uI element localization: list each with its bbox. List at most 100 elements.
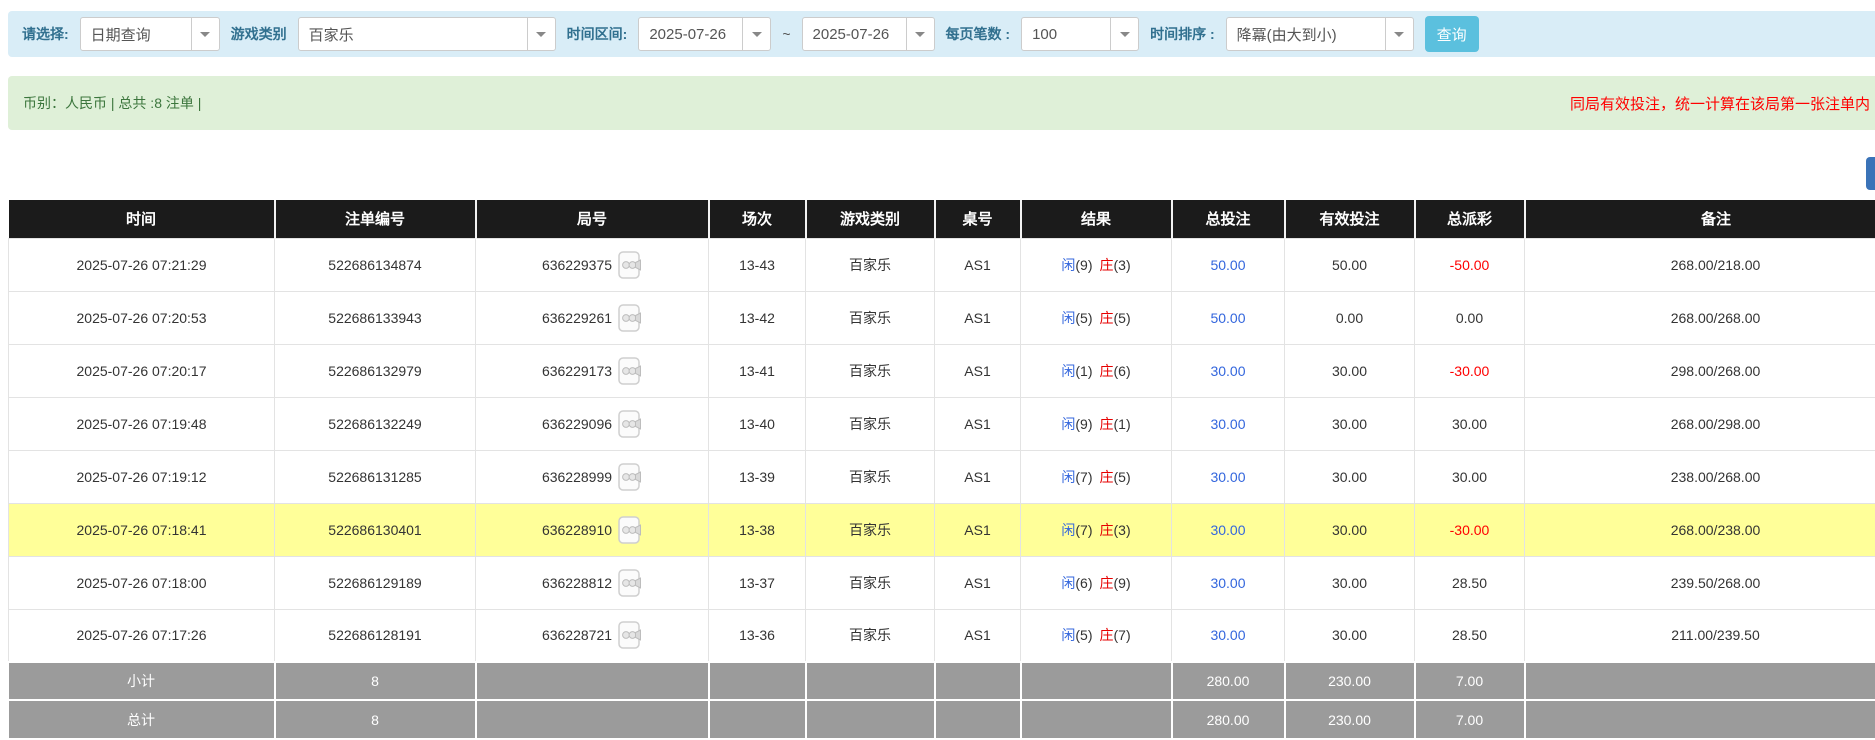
game-category: 百家乐 bbox=[806, 238, 935, 291]
time-sort-value: 降冪(由大到小) bbox=[1227, 24, 1385, 45]
column-header-round-id: 局号 bbox=[476, 200, 709, 238]
session-number: 13-37 bbox=[709, 556, 806, 609]
payout: -30.00 bbox=[1415, 503, 1525, 556]
table-id: AS1 bbox=[935, 344, 1021, 397]
export-button[interactable] bbox=[1866, 157, 1875, 190]
bet-time: 2025-07-26 07:18:00 bbox=[9, 556, 275, 609]
total-bet-link[interactable]: 30.00 bbox=[1172, 397, 1285, 450]
payout: 28.50 bbox=[1415, 609, 1525, 662]
game-category-value: 百家乐 bbox=[299, 24, 527, 45]
total-bet-link[interactable]: 30.00 bbox=[1172, 344, 1285, 397]
date-to-select[interactable]: 2025-07-26 bbox=[802, 17, 935, 51]
filter-toolbar: 请选择: 日期查询 游戏类别 百家乐 时间区间: 2025-07-26 ~ 20… bbox=[8, 11, 1875, 57]
bet-id: 522686129189 bbox=[275, 556, 476, 609]
session-number: 13-40 bbox=[709, 397, 806, 450]
bet-id: 522686128191 bbox=[275, 609, 476, 662]
game-category: 百家乐 bbox=[806, 503, 935, 556]
chevron-down-icon bbox=[906, 18, 934, 50]
page-size-select[interactable]: 100 bbox=[1021, 17, 1139, 51]
banker-result-label: 庄 bbox=[1100, 522, 1114, 538]
player-score: (9) bbox=[1075, 416, 1092, 432]
column-header-table-id: 桌号 bbox=[935, 200, 1021, 238]
total-bet-link[interactable]: 30.00 bbox=[1172, 609, 1285, 662]
banker-score: (6) bbox=[1114, 363, 1131, 379]
banker-score: (3) bbox=[1114, 257, 1131, 273]
total-bet-link[interactable]: 50.00 bbox=[1172, 238, 1285, 291]
bet-id: 522686131285 bbox=[275, 450, 476, 503]
round-id-cell: 636229375 bbox=[476, 238, 709, 291]
round-id: 636228910 bbox=[542, 522, 612, 538]
session-number: 13-39 bbox=[709, 450, 806, 503]
total-bet-link[interactable]: 30.00 bbox=[1172, 450, 1285, 503]
payout: 0.00 bbox=[1415, 291, 1525, 344]
round-id: 636228721 bbox=[542, 627, 612, 643]
video-replay-icon[interactable] bbox=[618, 569, 642, 597]
video-replay-icon[interactable] bbox=[618, 357, 642, 385]
session-number: 13-43 bbox=[709, 238, 806, 291]
game-category: 百家乐 bbox=[806, 609, 935, 662]
round-id: 636228999 bbox=[542, 469, 612, 485]
balance-note: 211.00/239.50 bbox=[1525, 609, 1875, 662]
table-row[interactable]: 2025-07-26 07:18:00 522686129189 6362288… bbox=[9, 556, 1875, 609]
time-sort-select[interactable]: 降冪(由大到小) bbox=[1226, 17, 1414, 51]
table-row[interactable]: 2025-07-26 07:21:29 522686134874 6362293… bbox=[9, 238, 1875, 291]
banker-result-label: 庄 bbox=[1100, 257, 1114, 273]
table-row[interactable]: 2025-07-26 07:18:41 522686130401 6362289… bbox=[9, 503, 1875, 556]
player-score: (7) bbox=[1075, 469, 1092, 485]
date-from-select[interactable]: 2025-07-26 bbox=[638, 17, 771, 51]
video-replay-icon[interactable] bbox=[618, 410, 642, 438]
player-score: (7) bbox=[1075, 522, 1092, 538]
video-replay-icon[interactable] bbox=[618, 516, 642, 544]
round-id-cell: 636229096 bbox=[476, 397, 709, 450]
subtotal-row: 小计 8 280.00 230.00 7.00 bbox=[9, 662, 1875, 700]
session-number: 13-41 bbox=[709, 344, 806, 397]
game-category-label: 游戏类别 bbox=[231, 24, 287, 44]
column-header-time: 时间 bbox=[9, 200, 275, 238]
date-to-value: 2025-07-26 bbox=[803, 26, 906, 43]
video-replay-icon[interactable] bbox=[618, 251, 642, 279]
video-replay-icon[interactable] bbox=[618, 463, 642, 491]
bet-time: 2025-07-26 07:19:48 bbox=[9, 397, 275, 450]
table-row[interactable]: 2025-07-26 07:19:48 522686132249 6362290… bbox=[9, 397, 1875, 450]
result-cell: 闲(5)庄(7) bbox=[1021, 609, 1172, 662]
valid-bet: 30.00 bbox=[1285, 450, 1415, 503]
total-bet-link[interactable]: 30.00 bbox=[1172, 503, 1285, 556]
session-number: 13-36 bbox=[709, 609, 806, 662]
total-bet-link[interactable]: 50.00 bbox=[1172, 291, 1285, 344]
game-category: 百家乐 bbox=[806, 344, 935, 397]
table-row[interactable]: 2025-07-26 07:20:17 522686132979 6362291… bbox=[9, 344, 1875, 397]
player-score: (6) bbox=[1075, 575, 1092, 591]
total-count: 8 bbox=[275, 700, 476, 738]
game-category: 百家乐 bbox=[806, 556, 935, 609]
column-header-payout: 总派彩 bbox=[1415, 200, 1525, 238]
table-row[interactable]: 2025-07-26 07:20:53 522686133943 6362292… bbox=[9, 291, 1875, 344]
table-id: AS1 bbox=[935, 291, 1021, 344]
valid-bet-notice: 同局有效投注，统一计算在该局第一张注单内 bbox=[1570, 76, 1870, 130]
balance-note: 268.00/268.00 bbox=[1525, 291, 1875, 344]
table-id: AS1 bbox=[935, 503, 1021, 556]
player-result-label: 闲 bbox=[1061, 416, 1075, 432]
query-type-select[interactable]: 日期查询 bbox=[80, 17, 220, 51]
video-replay-icon[interactable] bbox=[618, 621, 642, 649]
total-bet-link[interactable]: 30.00 bbox=[1172, 556, 1285, 609]
video-replay-icon[interactable] bbox=[618, 304, 642, 332]
bet-time: 2025-07-26 07:18:41 bbox=[9, 503, 275, 556]
table-row[interactable]: 2025-07-26 07:19:12 522686131285 6362289… bbox=[9, 450, 1875, 503]
valid-bet: 30.00 bbox=[1285, 397, 1415, 450]
column-header-bet-id: 注单编号 bbox=[275, 200, 476, 238]
page-size-label: 每页笔数 : bbox=[946, 24, 1011, 44]
bet-time: 2025-07-26 07:20:17 bbox=[9, 344, 275, 397]
banker-score: (5) bbox=[1114, 469, 1131, 485]
time-range-label: 时间区间: bbox=[567, 24, 628, 44]
subtotal-valid-bet: 230.00 bbox=[1285, 662, 1415, 700]
search-button[interactable]: 查询 bbox=[1425, 16, 1479, 52]
banker-result-label: 庄 bbox=[1100, 363, 1114, 379]
chevron-down-icon bbox=[742, 18, 770, 50]
result-cell: 闲(6)庄(9) bbox=[1021, 556, 1172, 609]
banker-result-label: 庄 bbox=[1100, 469, 1114, 485]
balance-note: 268.00/218.00 bbox=[1525, 238, 1875, 291]
player-score: (5) bbox=[1075, 627, 1092, 643]
banker-score: (5) bbox=[1114, 310, 1131, 326]
table-row[interactable]: 2025-07-26 07:17:26 522686128191 6362287… bbox=[9, 609, 1875, 662]
game-category-select[interactable]: 百家乐 bbox=[298, 17, 556, 51]
